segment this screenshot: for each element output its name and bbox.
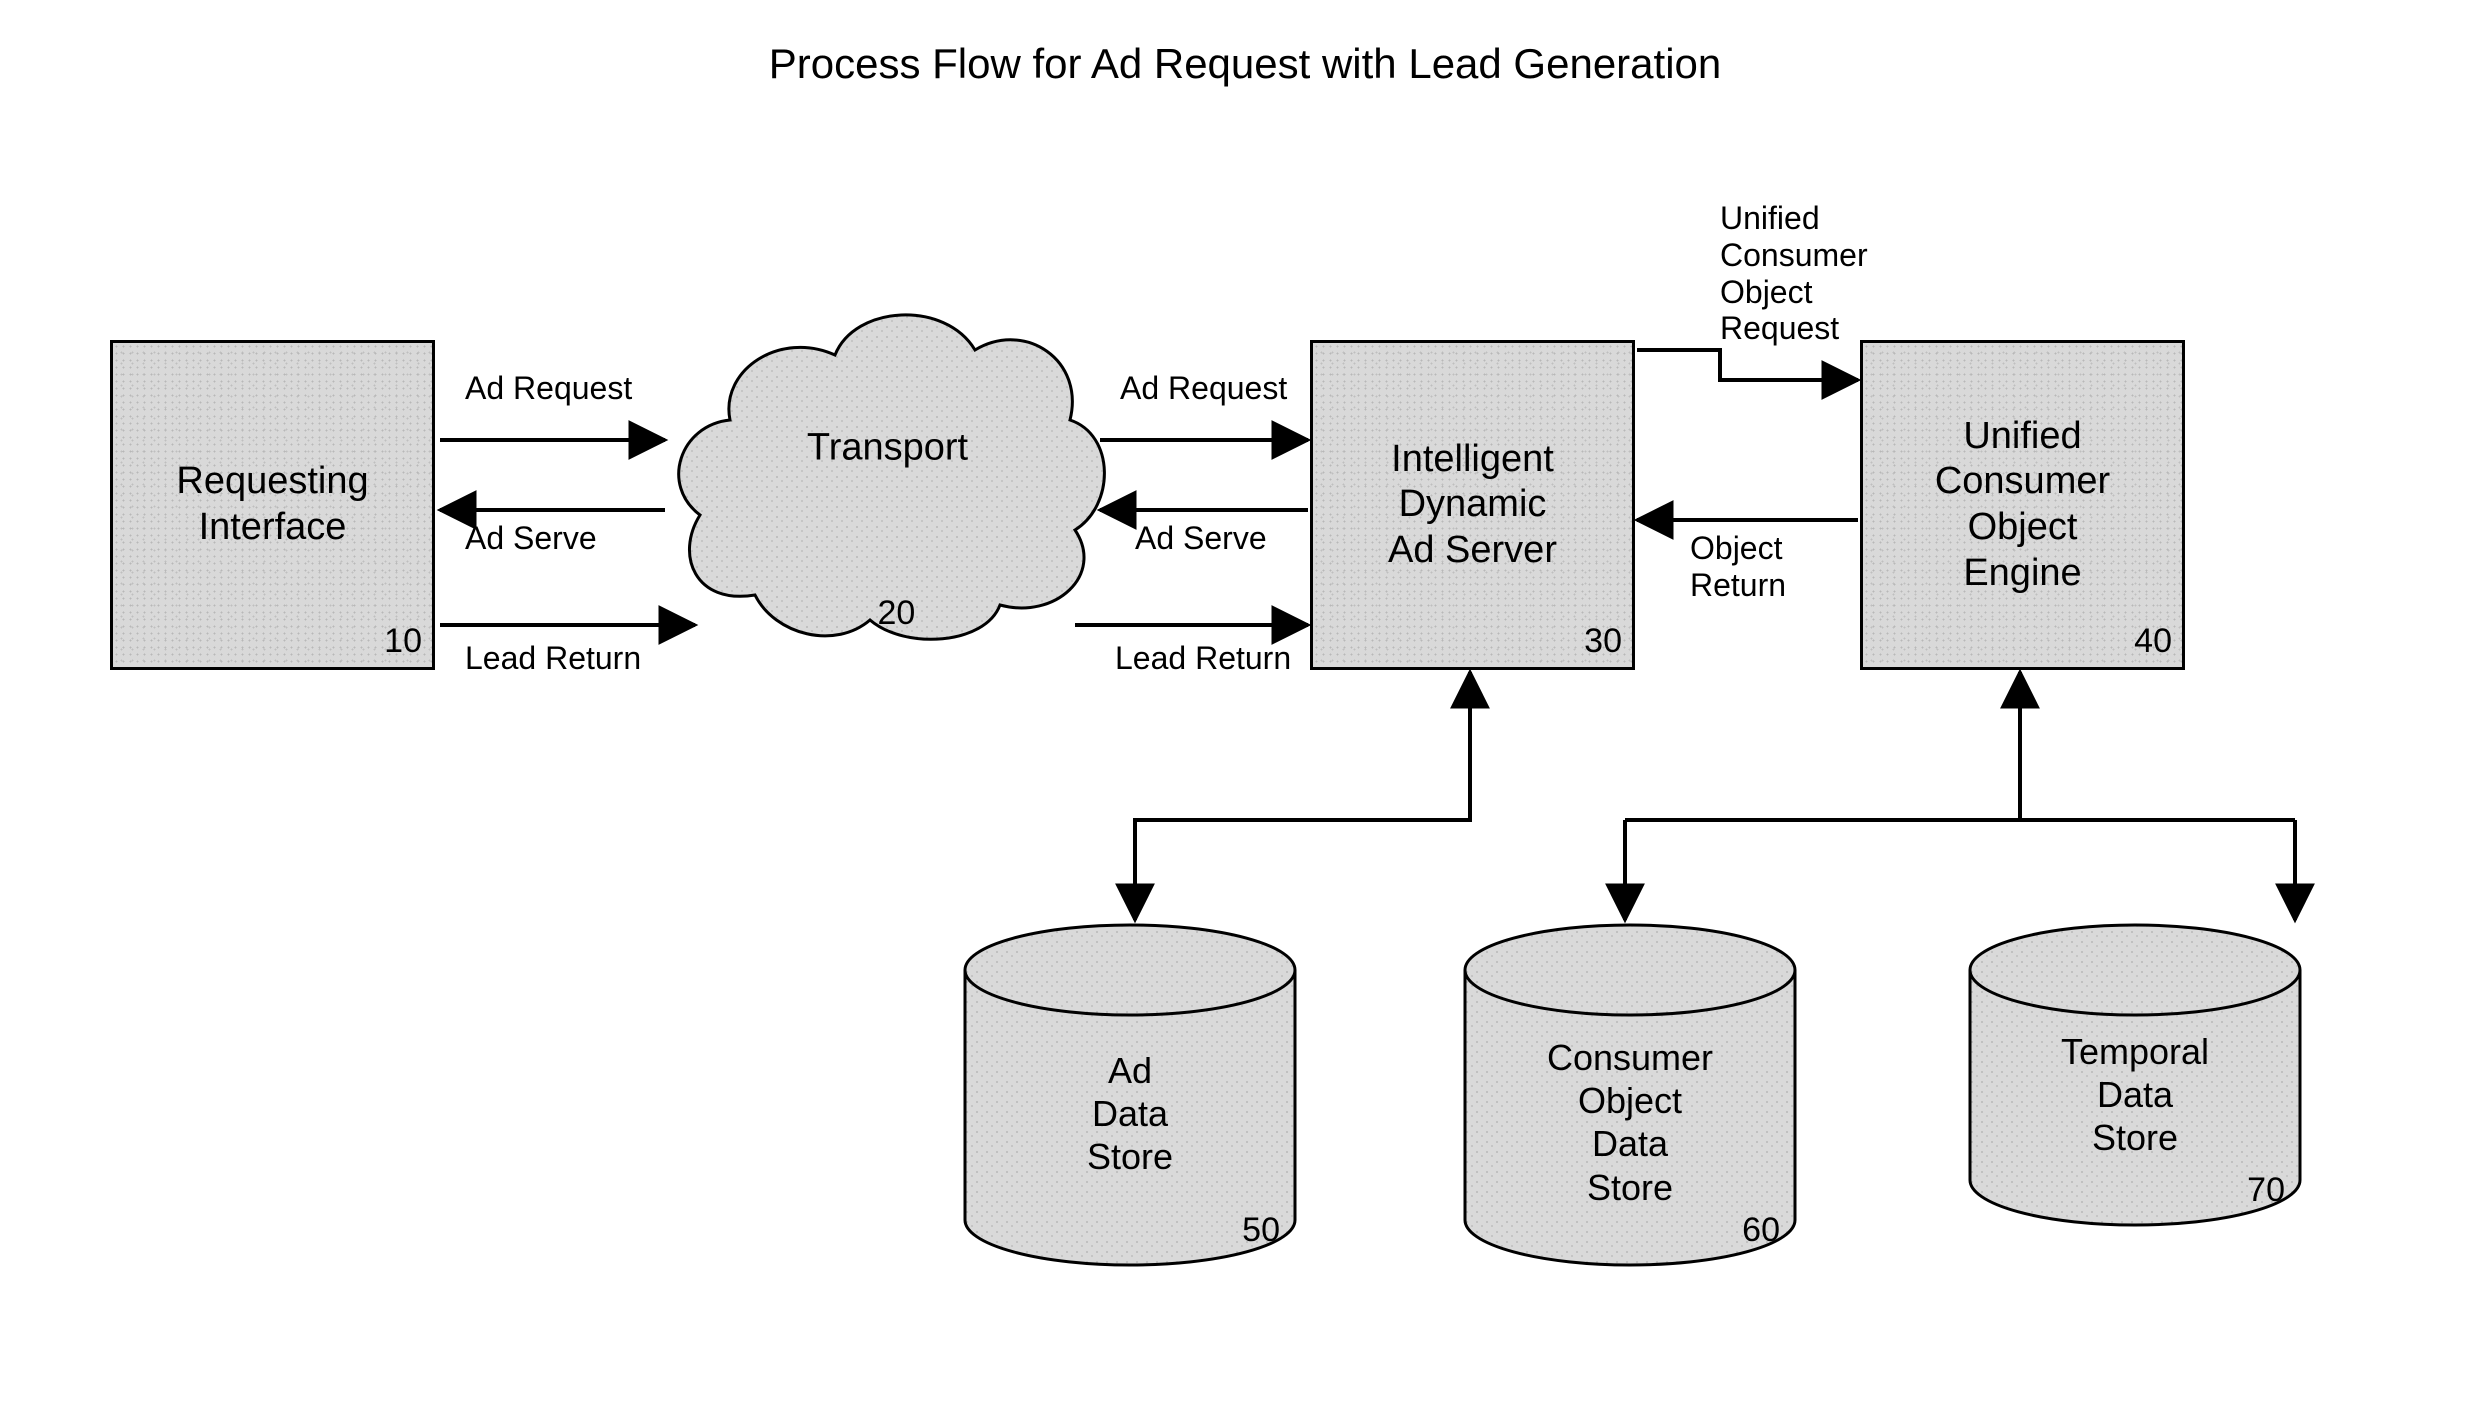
node-number: 40 <box>2134 621 2172 662</box>
node-label-line: Engine <box>1963 551 2081 597</box>
edge-label-ad-serve: Ad Serve <box>1135 520 1267 557</box>
node-label-line: Unified <box>1963 414 2081 460</box>
node-label-line: Object <box>1455 1079 1805 1122</box>
node-label-line: Dynamic <box>1399 482 1547 528</box>
edge-label-object-return: Object Return <box>1690 530 1786 604</box>
node-ad-data-store: Ad Data Store 50 <box>955 920 1305 1270</box>
edge-label-lead-return: Lead Return <box>1115 640 1291 677</box>
node-consumer-object-data-store: Consumer Object Data Store 60 <box>1455 920 1805 1270</box>
node-label-line: Interface <box>199 505 347 551</box>
node-number: 20 <box>878 594 916 633</box>
edge-label-uco-request: Unified Consumer Object Request <box>1720 200 1868 347</box>
node-number: 10 <box>384 621 422 662</box>
node-temporal-data-store: Temporal Data Store 70 <box>1960 920 2310 1230</box>
node-label-line: Ad Server <box>1388 528 1557 574</box>
node-label: Transport <box>665 426 1110 469</box>
node-transport-cloud: Transport 20 <box>665 285 1110 655</box>
node-label-line: Requesting <box>176 459 368 505</box>
diagram-title: Process Flow for Ad Request with Lead Ge… <box>0 40 2490 88</box>
node-label-line: Object <box>1968 505 2078 551</box>
node-label-line: Store <box>1455 1166 1805 1209</box>
node-label-line: Consumer <box>1935 459 2110 505</box>
node-number: 30 <box>1584 621 1622 662</box>
node-label-line: Data <box>1455 1123 1805 1166</box>
node-label-line: Temporal <box>1960 1030 2310 1073</box>
node-label-line: Store <box>955 1136 1305 1179</box>
edge-label-ad-request: Ad Request <box>465 370 632 407</box>
node-requesting-interface: Requesting Interface 10 <box>110 340 435 670</box>
node-uco-engine: Unified Consumer Object Engine 40 <box>1860 340 2185 670</box>
node-label-line: Consumer <box>1455 1036 1805 1079</box>
edge-label-ad-request: Ad Request <box>1120 370 1287 407</box>
diagram-canvas: Process Flow for Ad Request with Lead Ge… <box>0 0 2490 1403</box>
node-label-line: Store <box>1960 1116 2310 1159</box>
node-label-line: Data <box>1960 1073 2310 1116</box>
edge-label-lead-return: Lead Return <box>465 640 641 677</box>
node-number: 70 <box>2247 1171 2285 1210</box>
node-label-line: Intelligent <box>1391 437 1554 483</box>
node-number: 60 <box>1742 1211 1780 1250</box>
node-ad-server: Intelligent Dynamic Ad Server 30 <box>1310 340 1635 670</box>
node-number: 50 <box>1242 1211 1280 1250</box>
node-label-line: Ad <box>955 1049 1305 1092</box>
edge-label-ad-serve: Ad Serve <box>465 520 597 557</box>
node-label-line: Data <box>955 1092 1305 1135</box>
